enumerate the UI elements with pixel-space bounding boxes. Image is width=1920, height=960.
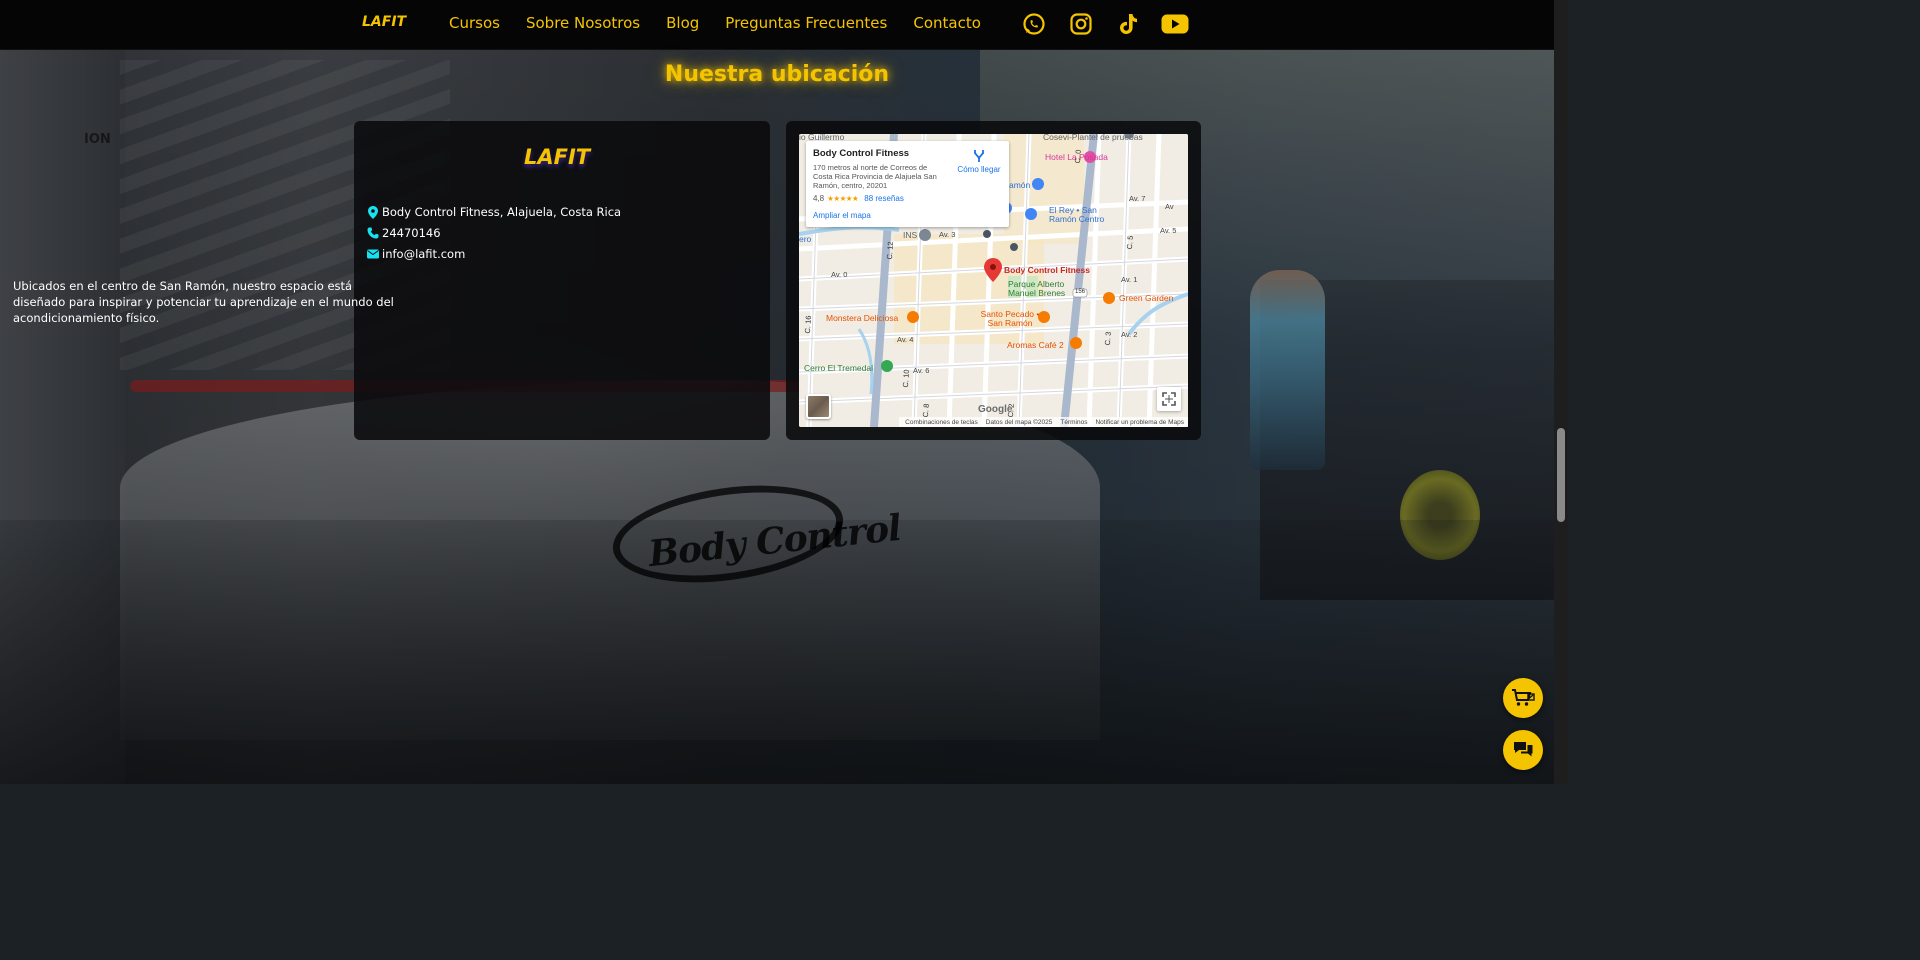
rating-value: 4,8 — [813, 194, 825, 203]
email-text[interactable]: info@lafit.com — [382, 247, 465, 261]
section-title: Nuestra ubicación — [664, 62, 890, 87]
map-label-santo: Santo Pecado • San Ramón — [980, 309, 1040, 328]
top-nav: LAFIT Cursos Sobre Nosotros Blog Pregunt… — [0, 0, 1568, 50]
phone-icon — [367, 227, 379, 239]
chat-button[interactable] — [1503, 730, 1543, 770]
map-label-monstera: Monstera Deliciosa — [826, 313, 899, 323]
rating-stars-icon: ★★★★★ — [827, 194, 859, 203]
background-sign-text: ION — [84, 132, 111, 147]
youtube-icon[interactable] — [1161, 10, 1189, 38]
map-label-c3: C. 3 — [1102, 331, 1113, 346]
location-pin-icon — [367, 205, 379, 219]
google-logo: Google — [978, 404, 1013, 415]
location-description: Ubicados en el centro de San Ramón, nues… — [13, 279, 394, 325]
map-label-av7: Av. 7 — [1129, 194, 1146, 203]
fullscreen-button[interactable] — [1157, 387, 1181, 411]
map-label-green: Green Garden — [1119, 293, 1174, 303]
brand-logo[interactable]: LAFIT — [362, 14, 406, 30]
map-label-av4: Av. 4 — [897, 335, 914, 344]
place-address: 170 metros al norte de Correos de Costa … — [813, 163, 937, 190]
map-footer-data: Datos del mapa ©2025 — [985, 418, 1053, 426]
phone-text[interactable]: 24470146 — [382, 226, 441, 240]
cart-icon — [1512, 689, 1535, 706]
instagram-icon[interactable] — [1067, 10, 1095, 38]
route-badge: 156 — [1075, 289, 1086, 295]
map-label-c16: C. 16 — [802, 315, 814, 334]
reviews-link[interactable]: 88 reseñas — [864, 194, 904, 203]
directions-label: Cómo llegar — [957, 165, 1001, 174]
rating-row: 4,8 ★★★★★ 88 reseñas — [813, 194, 904, 203]
fullscreen-icon — [1162, 392, 1176, 406]
nav-item-contacto[interactable]: Contacto — [913, 14, 981, 32]
phone-row: 24470146 — [367, 226, 441, 240]
cart-button[interactable] — [1503, 678, 1543, 718]
address-row: Body Control Fitness, Alajuela, Costa Ri… — [367, 205, 621, 219]
map-label-parque: Parque Alberto Manuel Brenes — [1008, 279, 1066, 298]
map-label-ins: INS — [903, 230, 918, 240]
nav-item-blog[interactable]: Blog — [666, 14, 699, 32]
nav-item-sobre-nosotros[interactable]: Sobre Nosotros — [526, 14, 640, 32]
map-label-marker: Body Control Fitness — [1004, 265, 1090, 275]
map-label-av3: Av. 3 — [939, 230, 956, 239]
nav-menu: Cursos Sobre Nosotros Blog Preguntas Fre… — [449, 14, 1007, 32]
map-label-cerro: Cerro El Tremedal — [804, 363, 873, 373]
enlarge-map-link[interactable]: Ampliar el mapa — [813, 211, 871, 220]
chat-icon — [1514, 742, 1533, 757]
place-name[interactable]: Body Control Fitness — [813, 148, 909, 159]
card-logo: LAFIT — [524, 145, 591, 169]
page-scrollbar-thumb[interactable] — [1557, 428, 1565, 522]
directions-icon — [974, 150, 984, 162]
map-label-av-edge: Av — [1165, 202, 1174, 211]
map-label-c8: C. 8 — [920, 403, 931, 418]
map-label-c5: C. 5 — [1124, 235, 1135, 250]
map-footer-terms[interactable]: Términos — [1060, 419, 1087, 426]
directions-button[interactable]: Cómo llegar — [954, 149, 1004, 174]
map-label-rey: El Rey • San Ramón Centro — [1049, 205, 1105, 224]
page-scrollbar[interactable] — [1554, 0, 1568, 784]
map-label-c12: C. 12 — [884, 241, 896, 260]
nav-item-cursos[interactable]: Cursos — [449, 14, 500, 32]
address-text: Body Control Fitness, Alajuela, Costa Ri… — [382, 205, 622, 219]
map-label-av2: Av. 2 — [1121, 330, 1138, 339]
map-label-plantel: Cosevi-Plantel de pruebas — [1043, 134, 1143, 142]
map-label-av6: Av. 6 — [913, 366, 930, 375]
email-row: info@lafit.com — [367, 247, 465, 261]
map-label-c10: C. 10 — [900, 369, 912, 388]
map-label-av5: Av. 5 — [1160, 226, 1177, 235]
envelope-icon — [367, 248, 379, 260]
map-label-av1: Av. 1 — [1121, 275, 1138, 284]
location-info-card: LAFIT Body Control Fitness, Alajuela, Co… — [354, 121, 770, 440]
map-footer-shortcuts[interactable]: Combinaciones de teclas — [905, 419, 978, 426]
map-label-ramon: amón — [1009, 180, 1031, 190]
map-footer: Combinaciones de teclas Datos del mapa ©… — [899, 417, 1188, 427]
whatsapp-icon[interactable] — [1020, 10, 1048, 38]
map-label-av0: Av. 0 — [831, 270, 848, 279]
map-label-ero: ero — [799, 234, 812, 244]
map-place-card: Body Control Fitness 170 metros al norte… — [806, 141, 1009, 227]
map-label-c0: C. 0 — [1072, 149, 1083, 164]
nav-item-preguntas-frecuentes[interactable]: Preguntas Frecuentes — [725, 14, 887, 32]
social-links — [1020, 10, 1189, 38]
satellite-toggle-button[interactable] — [806, 394, 831, 419]
tiktok-icon[interactable] — [1114, 10, 1142, 38]
background-person — [1250, 270, 1325, 470]
map-footer-report[interactable]: Notificar un problema de Maps — [1095, 419, 1184, 426]
map-label-aromas: Aromas Café 2 — [1007, 340, 1064, 350]
